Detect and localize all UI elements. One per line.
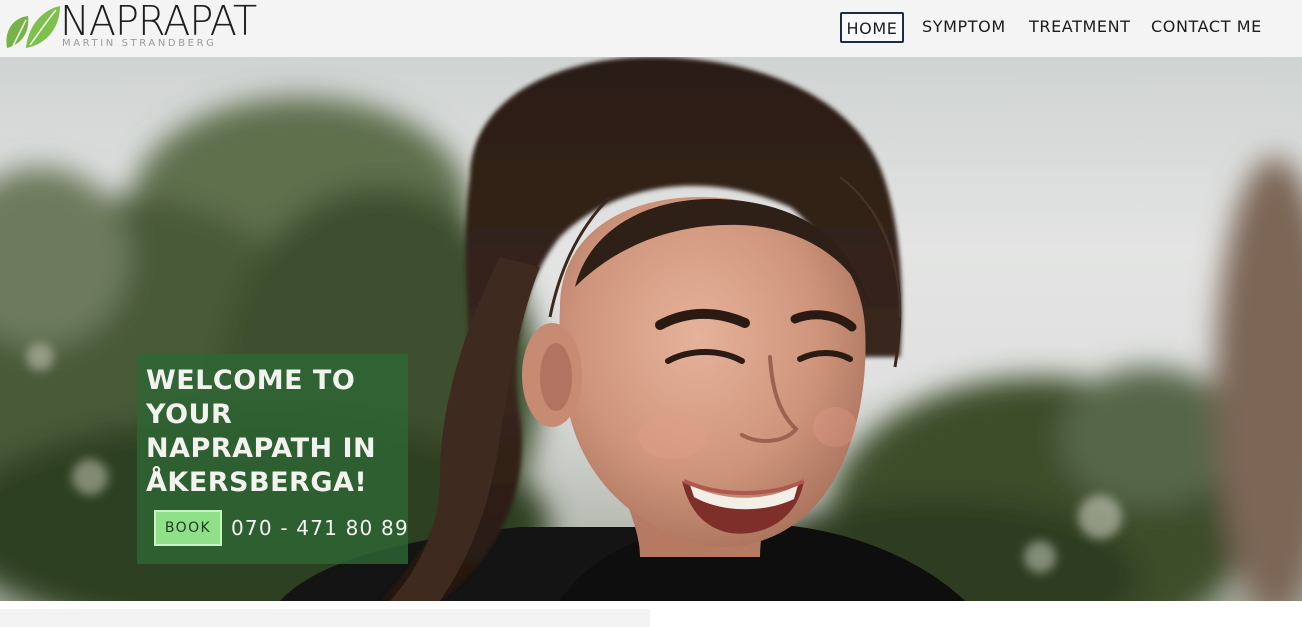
content-strip <box>0 609 650 627</box>
nav-symptom-link[interactable]: SYMPTOM <box>922 12 1006 43</box>
welcome-box: WELCOME TO YOUR NAPRAPATH IN ÅKERSBERGA!… <box>137 354 408 564</box>
book-button[interactable]: BOOK <box>154 510 222 546</box>
site-logo[interactable]: NAPRAPAT MARTIN STRANDBERG <box>4 0 257 50</box>
site-header: NAPRAPAT MARTIN STRANDBERG HOME SYMPTOM … <box>0 0 1302 57</box>
nav-contact-link[interactable]: CONTACT ME <box>1151 12 1262 43</box>
logo-title: NAPRAPAT <box>60 0 257 45</box>
welcome-headline: WELCOME TO YOUR NAPRAPATH IN ÅKERSBERGA! <box>146 365 377 498</box>
leaf-icon <box>6 6 60 48</box>
nav-treatment-link[interactable]: TREATMENT <box>1029 12 1131 43</box>
phone-number[interactable]: 070 - 471 80 89 <box>231 516 409 540</box>
logo-subtitle: MARTIN STRANDBERG <box>62 38 217 49</box>
hero-section: WELCOME TO YOUR NAPRAPATH IN ÅKERSBERGA!… <box>0 57 1302 601</box>
nav-home-link[interactable]: HOME <box>840 12 904 43</box>
